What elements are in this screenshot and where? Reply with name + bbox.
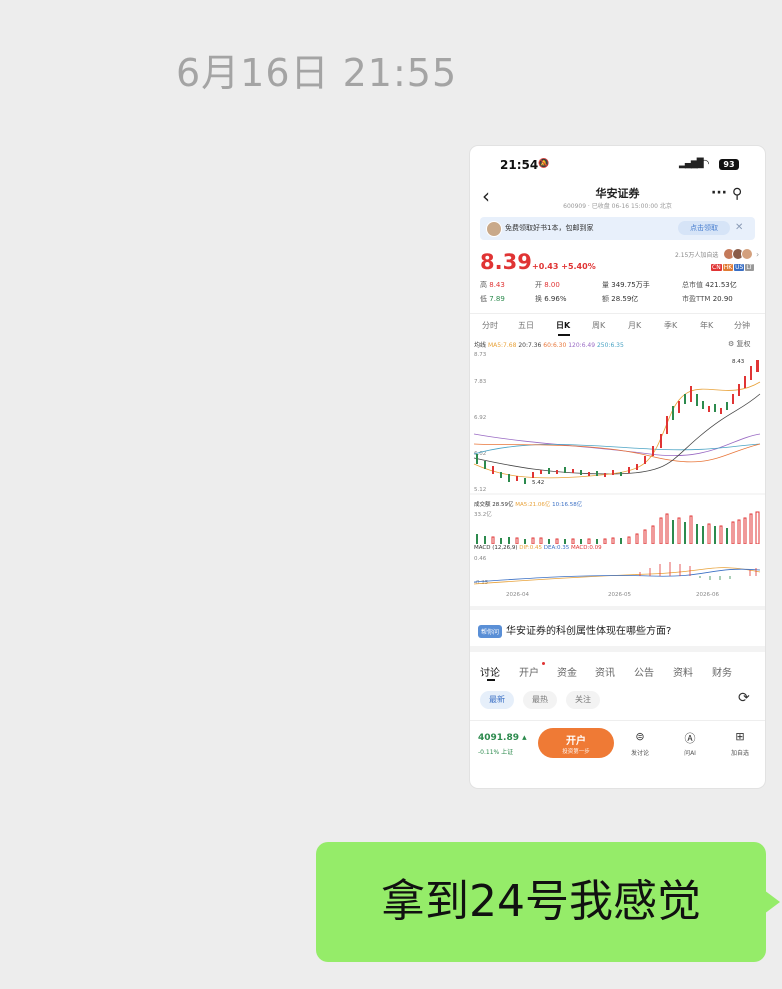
banner-claim-button[interactable]: 点击领取	[678, 221, 730, 235]
divider	[470, 720, 765, 721]
macd-legend: MACD (12,26,9) DIF:0.45 DEA:0.35 MACD:0.…	[474, 545, 602, 551]
open-account-sub: 投资第一步	[562, 749, 590, 755]
change-value: +0.43	[532, 262, 559, 271]
more-icon[interactable]: ···	[711, 185, 727, 201]
wifi-icon: ◠	[700, 157, 710, 170]
period-tabs: 分时 五日 日K 周K 月K 季K 年K 分钟	[470, 318, 765, 336]
change-percent: +5.40%	[561, 262, 596, 271]
close-icon[interactable]: ✕	[735, 222, 743, 233]
ask-ai-label[interactable]: 问AI	[673, 748, 707, 757]
quote-market-cap: 总市值 421.53亿	[682, 281, 737, 289]
candlesticks	[476, 360, 759, 484]
volume-chart	[476, 511, 760, 544]
index-value[interactable]: 4091.89 ▴	[478, 733, 527, 743]
refresh-icon[interactable]: ⟳	[738, 690, 750, 706]
post-discuss-label[interactable]: 发讨论	[623, 748, 657, 757]
quote-pe: 市盈TTM 20.90	[682, 295, 733, 303]
current-price: 8.39	[480, 250, 532, 274]
price-change: +0.43 +5.40%	[532, 262, 596, 271]
tab-financials[interactable]: 财务	[712, 664, 732, 679]
banner-text: 免费领取好书1本，包邮到家	[505, 224, 594, 232]
volume-legend: 成交额 28.59亿 MA5:21.06亿 10:16.58亿	[474, 502, 583, 508]
shared-screenshot[interactable]: 21:54 🔕 ▂▄▆█ ◠ 93 ‹ 华安证券 600909 · 已收盘 06…	[470, 146, 765, 788]
ask-tag: 帮你问	[478, 624, 503, 638]
index-change: -0.11% 上证	[478, 749, 514, 756]
add-watchlist-icon[interactable]: ⊞	[725, 730, 755, 743]
notification-dot	[542, 662, 545, 665]
avatar	[486, 221, 502, 237]
chat-timestamp: 6月16日 21:55	[176, 51, 458, 95]
macd-chart	[473, 562, 761, 585]
tab-discuss[interactable]: 讨论	[480, 664, 500, 679]
tab-intraday[interactable]: 分时	[482, 320, 498, 331]
quote-open: 开 8.00	[535, 281, 560, 289]
tab-daily-k[interactable]: 日K	[556, 320, 570, 331]
quote-amount: 额 28.59亿	[602, 295, 639, 303]
tab-yearly-k[interactable]: 年K	[700, 320, 713, 331]
open-account-button[interactable]: 开户 投资第一步	[538, 728, 614, 758]
chip-following[interactable]: 关注	[566, 691, 600, 709]
tab-quarterly-k[interactable]: 季K	[664, 320, 677, 331]
bell-muted-icon: 🔕	[538, 159, 550, 169]
divider	[470, 606, 765, 610]
tab-monthly-k[interactable]: 月K	[628, 320, 641, 331]
tab-underline	[558, 334, 570, 336]
market-flags: CN HK US LT	[711, 264, 754, 271]
status-time: 21:54	[500, 158, 539, 172]
bubble-tail	[764, 890, 780, 914]
message-text: 拿到24号我感觉	[381, 876, 701, 927]
quote-high: 高 8.43	[480, 281, 505, 289]
add-watchlist-label[interactable]: 加自选	[723, 748, 757, 757]
tab-announcements[interactable]: 公告	[634, 664, 654, 679]
question-text: 华安证券的科创属性体现在哪些方面?	[506, 626, 672, 637]
tab-weekly-k[interactable]: 周K	[592, 320, 605, 331]
follower-avatars	[723, 248, 753, 262]
tab-profile[interactable]: 资料	[673, 664, 693, 679]
tab-open-account[interactable]: 开户	[519, 664, 539, 679]
tab-news[interactable]: 资讯	[595, 664, 615, 679]
date-label: 2026-06	[696, 592, 719, 598]
quote-turnover: 换 6.96%	[535, 295, 567, 303]
battery-icon: 93	[719, 159, 739, 170]
open-account-label: 开户	[566, 736, 586, 747]
ai-icon[interactable]: Ⓐ	[675, 730, 705, 746]
tab-funds[interactable]: 资金	[557, 664, 577, 679]
stock-status: 600909 · 已收盘 06-16 15:00:00 北京	[563, 203, 672, 210]
search-icon[interactable]: ⚲	[732, 186, 742, 202]
divider	[470, 646, 765, 652]
comment-icon[interactable]: ⊜	[625, 730, 655, 743]
tab-minute[interactable]: 分钟	[734, 320, 750, 331]
ask-ai-question[interactable]: 帮你问 华安证券的科创属性体现在哪些方面?	[478, 622, 671, 638]
quote-volume: 量 349.75万手	[602, 281, 650, 289]
divider	[470, 313, 765, 314]
quote-low: 低 7.89	[480, 295, 505, 303]
date-label: 2026-05	[608, 592, 631, 598]
follow-count: 2.15万人加自选	[675, 252, 719, 259]
date-label: 2026-04	[506, 592, 529, 598]
tab-five-day[interactable]: 五日	[518, 320, 534, 331]
tab-underline	[487, 679, 495, 681]
chevron-right-icon[interactable]: ›	[756, 250, 759, 259]
chip-latest[interactable]: 最新	[480, 691, 514, 709]
message-bubble[interactable]: 拿到24号我感觉	[316, 842, 766, 962]
chip-hot[interactable]: 最热	[523, 691, 557, 709]
